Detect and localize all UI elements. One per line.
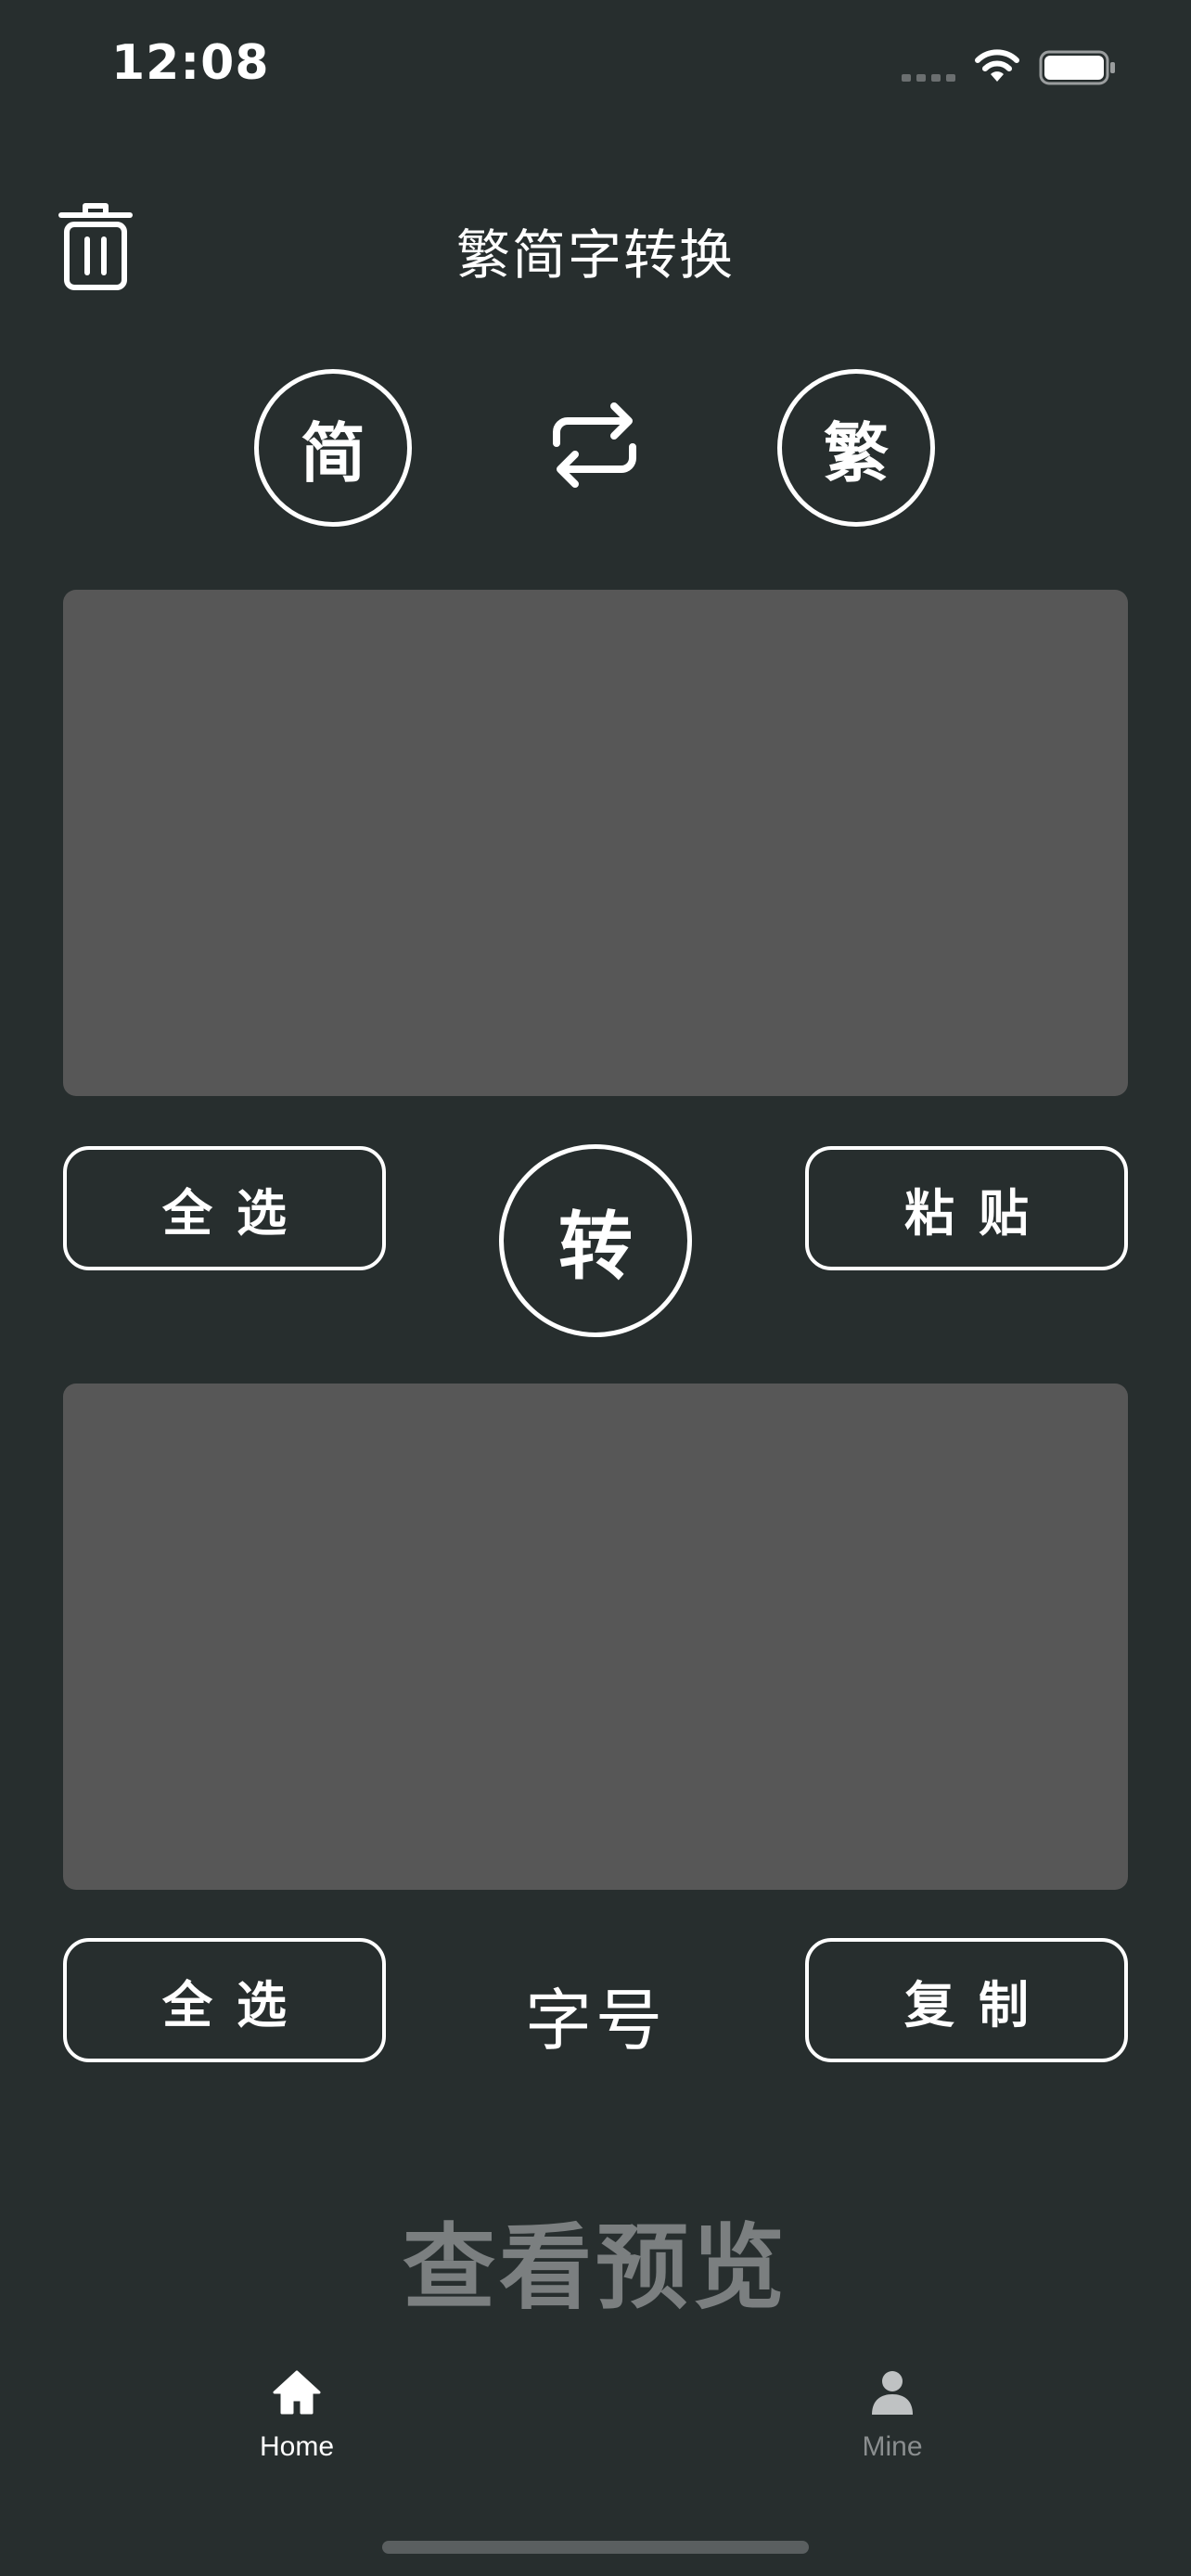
- person-icon: [872, 2371, 913, 2415]
- copy-button[interactable]: 复制: [805, 1938, 1128, 2062]
- input-text-area[interactable]: [63, 590, 1128, 1096]
- cellular-signal-icon: [902, 74, 957, 83]
- tab-mine-label: Mine: [862, 2431, 923, 2462]
- battery-icon: [1039, 50, 1115, 85]
- paste-button[interactable]: 粘贴: [805, 1146, 1128, 1270]
- tab-home-label: Home: [259, 2431, 335, 2462]
- wifi-icon: [975, 49, 1019, 82]
- status-time: 12:08: [111, 35, 270, 91]
- convert-button[interactable]: 转: [499, 1144, 692, 1337]
- output-text-area[interactable]: [63, 1384, 1128, 1890]
- page-title: 繁简字转换: [455, 223, 735, 287]
- simplified-mode-button[interactable]: 简: [254, 369, 412, 527]
- tab-mine[interactable]: Mine: [753, 2366, 1031, 2463]
- select-all-input-button[interactable]: 全选: [63, 1146, 386, 1270]
- home-icon: [273, 2370, 321, 2415]
- tab-home[interactable]: Home: [158, 2366, 436, 2463]
- swap-icon[interactable]: [547, 401, 642, 490]
- select-all-output-button[interactable]: 全选: [63, 1938, 386, 2062]
- preview-button[interactable]: 查看预览: [0, 2192, 1191, 2327]
- traditional-mode-button[interactable]: 繁: [777, 369, 935, 527]
- home-indicator: [382, 2541, 809, 2554]
- font-size-button[interactable]: 字号: [410, 1966, 781, 2063]
